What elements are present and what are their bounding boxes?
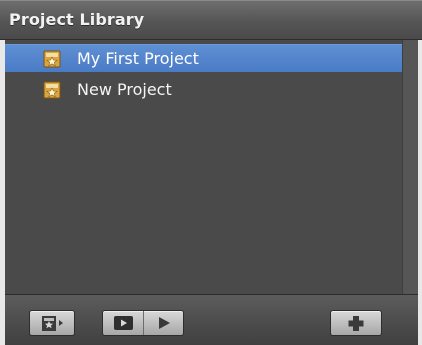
- project-label: My First Project: [77, 49, 199, 68]
- panel-title: Project Library: [9, 10, 145, 29]
- project-icon: [43, 50, 61, 68]
- project-row-new-project[interactable]: New Project: [5, 76, 402, 104]
- add-project-button[interactable]: [330, 310, 382, 336]
- library-toolbar: [5, 294, 418, 345]
- project-label: New Project: [77, 80, 172, 99]
- project-row-my-first-project[interactable]: My First Project: [5, 44, 402, 72]
- project-library-panel: Project Library My First Project New Pro…: [0, 0, 422, 345]
- play-full-screen-button[interactable]: [103, 311, 143, 335]
- project-icon: [43, 81, 61, 99]
- project-properties-button[interactable]: [29, 310, 75, 336]
- play-button[interactable]: [144, 311, 184, 335]
- play-buttons-group: [102, 310, 184, 336]
- panel-edge: [418, 40, 422, 345]
- scrollbar-track[interactable]: [402, 40, 418, 294]
- project-list: My First Project New Project: [5, 40, 402, 294]
- panel-header: Project Library: [0, 0, 422, 40]
